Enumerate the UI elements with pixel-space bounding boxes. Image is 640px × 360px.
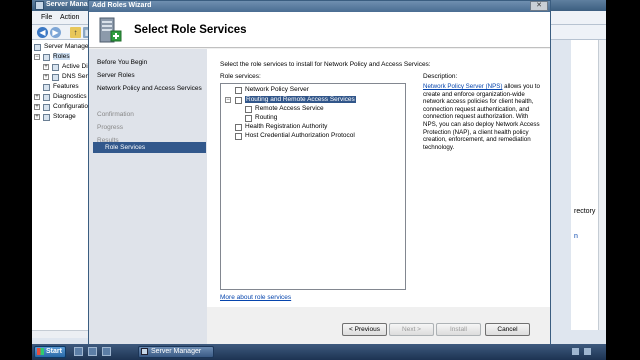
tree-horizontal-scrollbar[interactable] xyxy=(32,330,90,338)
letterbox-right xyxy=(606,0,640,360)
expand-icon[interactable]: + xyxy=(34,114,40,120)
nav-progress: Progress xyxy=(97,124,124,131)
close-icon[interactable]: ✕ xyxy=(530,1,548,11)
nav-results: Results xyxy=(97,137,119,144)
back-arrow-icon[interactable]: ◀ xyxy=(37,27,48,38)
server-icon xyxy=(34,44,41,51)
details-text: rectory xyxy=(574,208,596,215)
nps-description-link[interactable]: Network Policy Server (NPS) xyxy=(423,83,502,90)
service-routing[interactable]: Routing xyxy=(221,114,405,123)
nav-network-policy-access-services[interactable]: Network Policy and Access Services xyxy=(97,85,202,92)
description-text: Network Policy Server (NPS) allows you t… xyxy=(423,83,541,151)
previous-button[interactable]: < Previous xyxy=(342,323,387,336)
tree-item-dns[interactable]: + DNS Server xyxy=(43,73,90,82)
network-tray-icon[interactable] xyxy=(572,348,579,355)
configuration-icon xyxy=(43,104,50,111)
expand-icon[interactable]: + xyxy=(43,64,49,70)
nav-confirmation: Confirmation xyxy=(97,111,134,118)
expand-icon[interactable]: + xyxy=(34,104,40,110)
service-host-credential-authorization-protocol[interactable]: Host Credential Authorization Protocol xyxy=(221,132,405,141)
explorer-quicklaunch-icon[interactable] xyxy=(102,347,111,356)
windows-logo-icon xyxy=(37,348,44,355)
tree-item-configuration[interactable]: + Configuration xyxy=(34,103,90,112)
page-title: Select Role Services xyxy=(134,24,247,36)
checkbox-routing-remote-access[interactable] xyxy=(235,97,242,104)
wizard-content: Select the role services to install for … xyxy=(207,49,550,307)
taskbar-server-manager-button[interactable]: Server Manager xyxy=(138,346,214,358)
wizard-titlebar[interactable]: Add Roles Wizard ✕ xyxy=(89,1,550,12)
details-link[interactable]: n xyxy=(574,233,578,240)
wizard-header: Select Role Services xyxy=(89,12,550,48)
tree-item-diagnostics[interactable]: + Diagnostics xyxy=(34,93,90,102)
instruction-text: Select the role services to install for … xyxy=(220,61,431,68)
letterbox-left xyxy=(0,0,32,360)
service-remote-access-service[interactable]: Remote Access Service xyxy=(221,105,405,114)
diagnostics-icon xyxy=(43,94,50,101)
server-manager-quicklaunch-icon[interactable] xyxy=(74,347,83,356)
role-services-list: Network Policy Server − Routing and Remo… xyxy=(220,83,406,290)
tree-item-features[interactable]: Features xyxy=(34,83,90,92)
checkbox-host-credential-authorization-protocol[interactable] xyxy=(235,133,242,140)
menu-file[interactable]: File xyxy=(41,14,52,21)
up-folder-icon[interactable]: ↑ xyxy=(70,27,81,38)
start-label: Start xyxy=(46,348,62,355)
nav-server-roles[interactable]: Server Roles xyxy=(97,72,135,79)
description-body: allows you to create and enforce organiz… xyxy=(423,83,540,151)
server-manager-icon xyxy=(35,1,44,10)
screen: Server Manager File Action ◀ ▶ ↑ ▦ Serve… xyxy=(0,0,640,360)
roles-icon xyxy=(43,54,50,61)
console-tree: Server Manager − Roles + Active Director… xyxy=(32,40,91,330)
next-button: Next > xyxy=(389,323,434,336)
features-icon xyxy=(43,84,50,91)
dns-icon xyxy=(52,74,59,81)
taskbar: Start Server Manager xyxy=(32,344,606,360)
tree-item-server-manager[interactable]: Server Manager xyxy=(34,43,91,52)
expand-icon[interactable]: + xyxy=(43,74,49,80)
wizard-title: Add Roles Wizard xyxy=(92,2,152,9)
cancel-button[interactable]: Cancel xyxy=(485,323,530,336)
collapse-icon[interactable]: − xyxy=(225,97,231,103)
menu-action[interactable]: Action xyxy=(60,14,79,21)
more-about-role-services-link[interactable]: More about role services xyxy=(220,294,291,301)
volume-tray-icon[interactable] xyxy=(584,348,591,355)
start-button[interactable]: Start xyxy=(34,346,66,358)
server-roles-icon xyxy=(99,17,122,43)
service-routing-remote-access[interactable]: − Routing and Remote Access Services xyxy=(221,96,405,105)
tree-item-active-directory[interactable]: + Active Directory xyxy=(43,63,90,72)
checkbox-remote-access-service[interactable] xyxy=(245,106,252,113)
directory-icon xyxy=(52,64,59,71)
powershell-quicklaunch-icon[interactable] xyxy=(88,347,97,356)
description-label: Description: xyxy=(423,73,458,80)
wizard-navigation: Before You Begin Server Roles Network Po… xyxy=(89,49,207,345)
install-button: Install xyxy=(436,323,481,336)
storage-icon xyxy=(43,114,50,121)
tree-item-storage[interactable]: + Storage xyxy=(34,113,90,122)
service-network-policy-server[interactable]: Network Policy Server xyxy=(221,86,405,95)
nav-before-you-begin[interactable]: Before You Begin xyxy=(97,59,147,66)
taskbar-task-label: Server Manager xyxy=(151,348,202,355)
checkbox-network-policy-server[interactable] xyxy=(235,87,242,94)
service-health-registration-authority[interactable]: Health Registration Authority xyxy=(221,123,405,132)
wizard-footer: < Previous Next > Install Cancel xyxy=(207,307,550,345)
checkbox-routing[interactable] xyxy=(245,115,252,122)
checkbox-health-registration-authority[interactable] xyxy=(235,124,242,131)
tree-item-roles[interactable]: − Roles xyxy=(34,53,90,62)
details-vertical-scrollbar[interactable] xyxy=(598,40,606,330)
role-services-label: Role services: xyxy=(220,73,261,80)
server-manager-icon xyxy=(141,348,148,355)
nav-role-services[interactable]: Role Services xyxy=(105,144,145,151)
collapse-icon[interactable]: − xyxy=(34,54,40,60)
expand-icon[interactable]: + xyxy=(34,94,40,100)
forward-arrow-icon[interactable]: ▶ xyxy=(50,27,61,38)
add-roles-wizard-dialog: Add Roles Wizard ✕ Select Role Services … xyxy=(88,0,551,345)
